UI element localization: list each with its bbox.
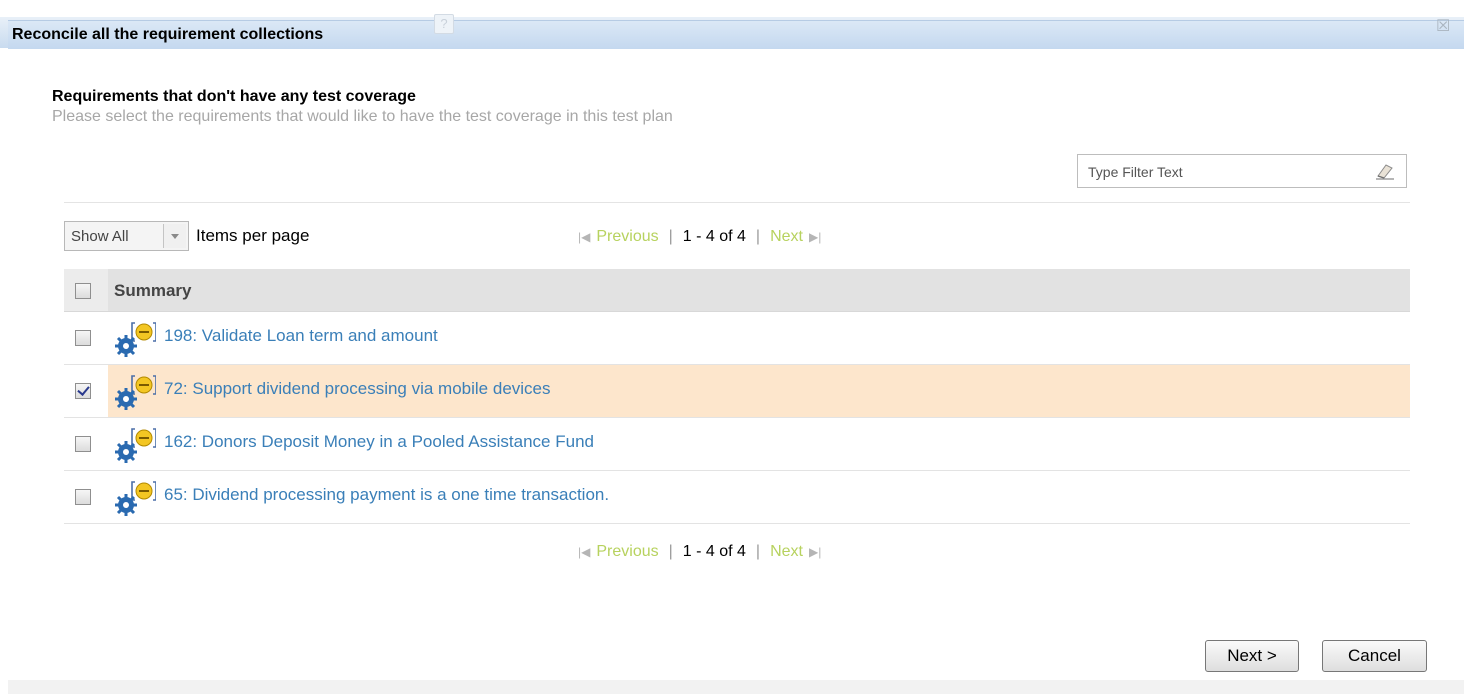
filter-divider [64,202,1410,203]
dialog-footer [8,680,1464,694]
close-icon[interactable]: ☒ [1436,19,1450,35]
requirement-icon [115,375,156,410]
requirement-link[interactable]: 198: Validate Loan term and amount [164,326,438,346]
items-per-page-value: Show All [71,228,129,245]
last-page-icon[interactable]: ▶| [809,545,821,559]
requirement-link[interactable]: 162: Donors Deposit Money in a Pooled As… [164,432,594,452]
next-link[interactable]: Next [770,543,803,560]
section-heading: Requirements that don't have any test co… [52,88,416,105]
first-page-icon[interactable]: |◀ [578,230,590,244]
items-per-page-select[interactable]: Show All [64,221,189,251]
requirements-table: Summary 198: Validate Loan term and amou… [64,269,1410,524]
row-checkbox[interactable] [75,436,91,452]
last-page-icon[interactable]: ▶| [809,230,821,244]
requirement-link[interactable]: 72: Support dividend processing via mobi… [164,379,551,399]
row-checkbox[interactable] [75,383,91,399]
items-per-page-label: Items per page [196,226,310,245]
row-checkbox[interactable] [75,489,91,505]
select-all-checkbox[interactable] [75,283,91,299]
page-range: 1 - 4 of 4 [682,543,746,560]
chevron-down-icon[interactable] [163,224,186,248]
filter-box [1077,154,1407,188]
requirement-icon [115,428,156,463]
pager-bottom: |◀ Previous | 1 - 4 of 4 | Next ▶| [578,543,822,560]
row-checkbox[interactable] [75,330,91,346]
table-row[interactable]: 65: Dividend processing payment is a one… [64,471,1410,524]
help-icon[interactable]: ? [434,14,454,34]
requirement-link[interactable]: 65: Dividend processing payment is a one… [164,485,609,505]
previous-link[interactable]: Previous [596,228,658,245]
eraser-icon[interactable] [1374,161,1396,181]
dialog-title: Reconcile all the requirement collection… [12,26,324,43]
table-header: Summary [64,269,1410,312]
next-link[interactable]: Next [770,228,803,245]
cancel-button[interactable]: Cancel [1322,640,1427,672]
requirement-icon [115,322,156,357]
section-subheading: Please select the requirements that woul… [52,108,673,125]
previous-link[interactable]: Previous [596,543,658,560]
table-row[interactable]: 198: Validate Loan term and amount [64,312,1410,365]
summary-column-header: Summary [114,281,192,300]
filter-input[interactable] [1086,161,1370,183]
table-row[interactable]: 162: Donors Deposit Money in a Pooled As… [64,418,1410,471]
requirement-icon [115,481,156,516]
pager-top: |◀ Previous | 1 - 4 of 4 | Next ▶| [578,228,822,245]
table-row[interactable]: 72: Support dividend processing via mobi… [64,365,1410,418]
next-button[interactable]: Next > [1205,640,1299,672]
page-range: 1 - 4 of 4 [682,228,746,245]
first-page-icon[interactable]: |◀ [578,545,590,559]
